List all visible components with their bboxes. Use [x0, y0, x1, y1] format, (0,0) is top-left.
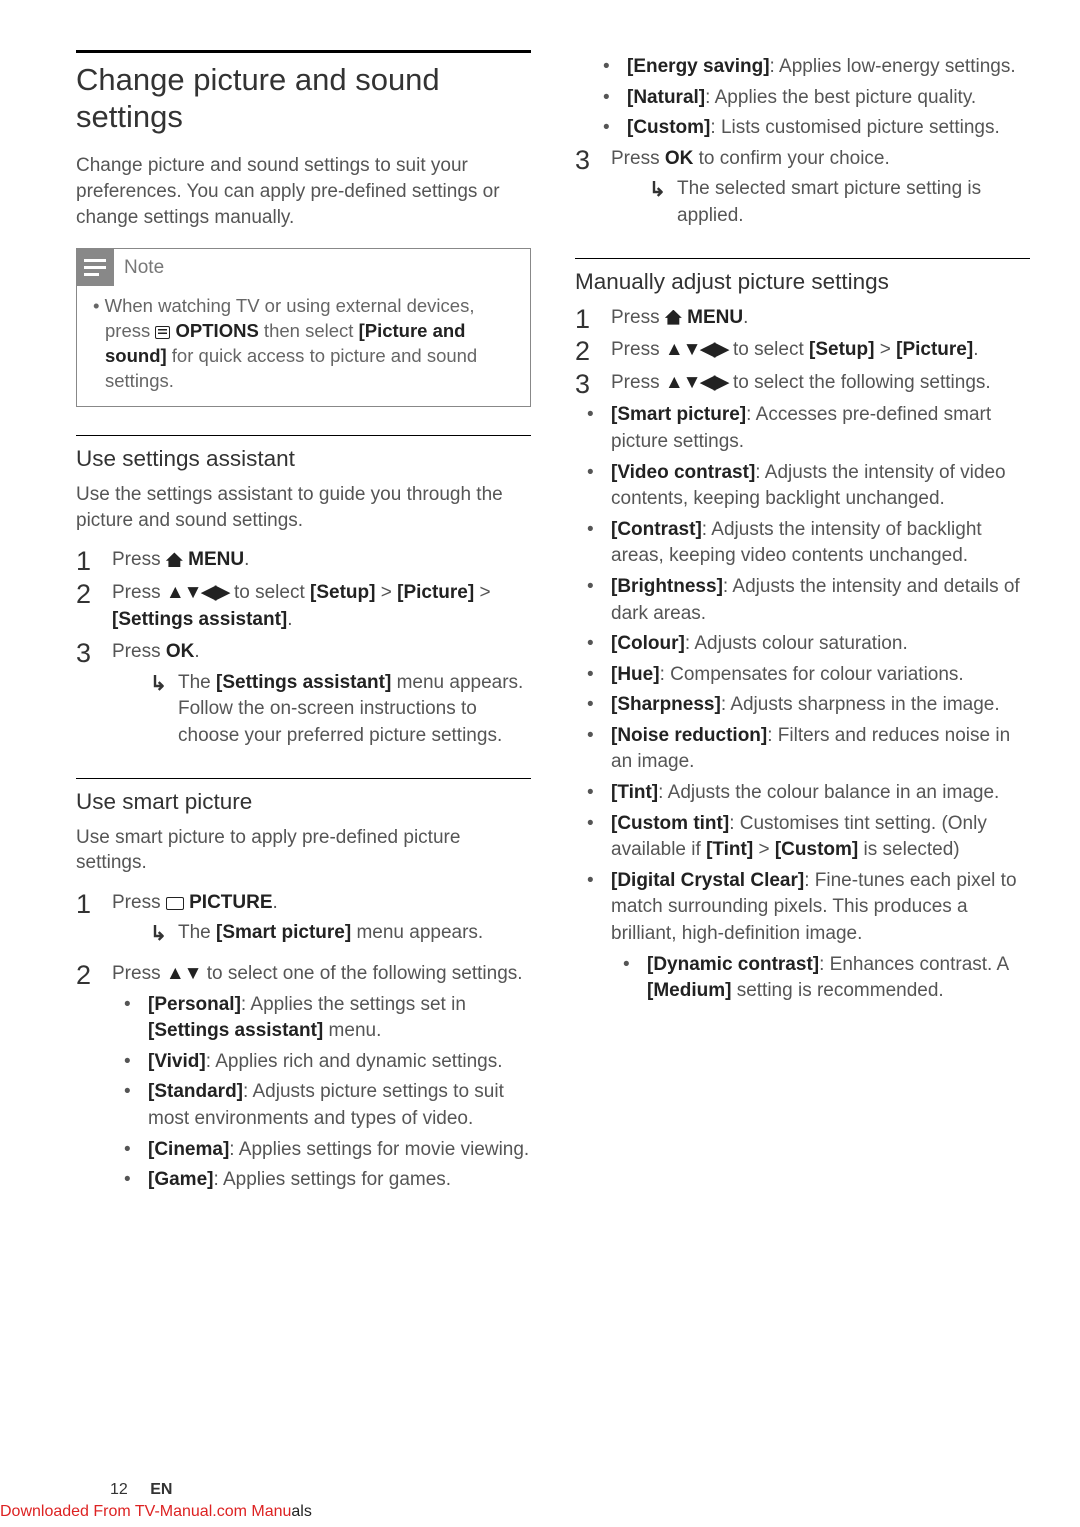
note-icon [76, 248, 114, 286]
step-item: Press ▲▼◀▶ to select [Setup] > [Picture]… [575, 337, 1030, 364]
intro-paragraph: Change picture and sound settings to sui… [76, 153, 531, 230]
list-item: [Noise reduction]: Filters and reduces n… [575, 723, 1030, 776]
step-item: Press ▲▼◀▶ to select [Setup] > [Picture]… [76, 580, 531, 633]
page-footer: 12 EN [0, 1481, 1080, 1499]
nested-list: [Dynamic contrast]: Enhances contrast. A… [611, 952, 1030, 1005]
left-column: Change picture and sound settings Change… [76, 50, 531, 1200]
list-item: [Dynamic contrast]: Enhances contrast. A… [611, 952, 1030, 1005]
list-item: [Game]: Applies settings for games. [112, 1167, 531, 1194]
right-column: [Energy saving]: Applies low-energy sett… [575, 50, 1030, 1200]
steps-list: Press PICTURE. The [Smart picture] menu … [76, 890, 531, 1194]
step-item: Press OK. The [Settings assistant] menu … [76, 639, 531, 749]
list-item: [Vivid]: Applies rich and dynamic settin… [112, 1049, 531, 1076]
step-item: Press ▲▼ to select one of the following … [76, 961, 531, 1194]
list-item: [Custom tint]: Customises tint setting. … [575, 811, 1030, 864]
list-item: [Hue]: Compensates for colour variations… [575, 662, 1030, 689]
page-lang: EN [150, 1481, 172, 1498]
step-item: Press PICTURE. The [Smart picture] menu … [76, 890, 531, 947]
list-item: [Smart picture]: Accesses pre-defined sm… [575, 402, 1030, 455]
steps-list: Press MENU. Press ▲▼◀▶ to select [Setup]… [575, 305, 1030, 397]
download-source-link[interactable]: Downloaded From TV-Manual.com Manuals [0, 1503, 312, 1521]
note-title: Note [124, 257, 164, 279]
page-number: 12 [110, 1481, 128, 1498]
list-item: [Colour]: Adjusts colour saturation. [575, 631, 1030, 658]
step-item: Press OK to confirm your choice. The sel… [575, 146, 1030, 230]
subsection-heading: Use smart picture [76, 789, 531, 815]
section-rule [76, 778, 531, 779]
subsection-heading: Use settings assistant [76, 446, 531, 472]
list-item: [Digital Crystal Clear]: Fine-tunes each… [575, 868, 1030, 1005]
note-box: Note • When watching TV or using externa… [76, 248, 531, 407]
list-item: [Sharpness]: Adjusts sharpness in the im… [575, 692, 1030, 719]
list-item: [Video contrast]: Adjusts the intensity … [575, 460, 1030, 513]
home-icon [166, 552, 183, 567]
settings-list: [Smart picture]: Accesses pre-defined sm… [575, 402, 1030, 1004]
step-result: The [Smart picture] menu appears. [112, 920, 531, 947]
home-icon [665, 310, 682, 325]
steps-continued: Press OK to confirm your choice. The sel… [575, 146, 1030, 230]
option-list-continued: [Energy saving]: Applies low-energy sett… [575, 54, 1030, 142]
list-item: [Natural]: Applies the best picture qual… [575, 85, 1030, 112]
list-item: [Brightness]: Adjusts the intensity and … [575, 574, 1030, 627]
picture-icon [166, 897, 184, 910]
list-item: [Custom]: Lists customised picture setti… [575, 115, 1030, 142]
step-result: The selected smart picture setting is ap… [611, 176, 1030, 229]
subsection-intro: Use the settings assistant to guide you … [76, 482, 531, 533]
option-list: [Personal]: Applies the settings set in … [112, 992, 531, 1194]
list-item: [Energy saving]: Applies low-energy sett… [575, 54, 1030, 81]
main-heading: Change picture and sound settings [76, 61, 531, 135]
section-rule [76, 435, 531, 436]
list-item: [Standard]: Adjusts picture settings to … [112, 1079, 531, 1132]
step-item: Press MENU. [76, 547, 531, 574]
page-content: Change picture and sound settings Change… [0, 0, 1080, 1220]
list-item: [Tint]: Adjusts the colour balance in an… [575, 780, 1030, 807]
step-item: Press ▲▼◀▶ to select the following setti… [575, 370, 1030, 397]
subsection-heading: Manually adjust picture settings [575, 269, 1030, 295]
subsection-intro: Use smart picture to apply pre-defined p… [76, 825, 531, 876]
step-result: The [Settings assistant] menu appears. F… [112, 670, 531, 750]
heading-rule [76, 50, 531, 53]
section-rule [575, 258, 1030, 259]
step-item: Press MENU. [575, 305, 1030, 332]
list-item: [Contrast]: Adjusts the intensity of bac… [575, 517, 1030, 570]
list-item: [Cinema]: Applies settings for movie vie… [112, 1137, 531, 1164]
note-body: • When watching TV or using external dev… [89, 294, 518, 394]
steps-list: Press MENU. Press ▲▼◀▶ to select [Setup]… [76, 547, 531, 749]
list-item: [Personal]: Applies the settings set in … [112, 992, 531, 1045]
options-icon [155, 326, 170, 339]
note-header: Note [77, 249, 530, 286]
